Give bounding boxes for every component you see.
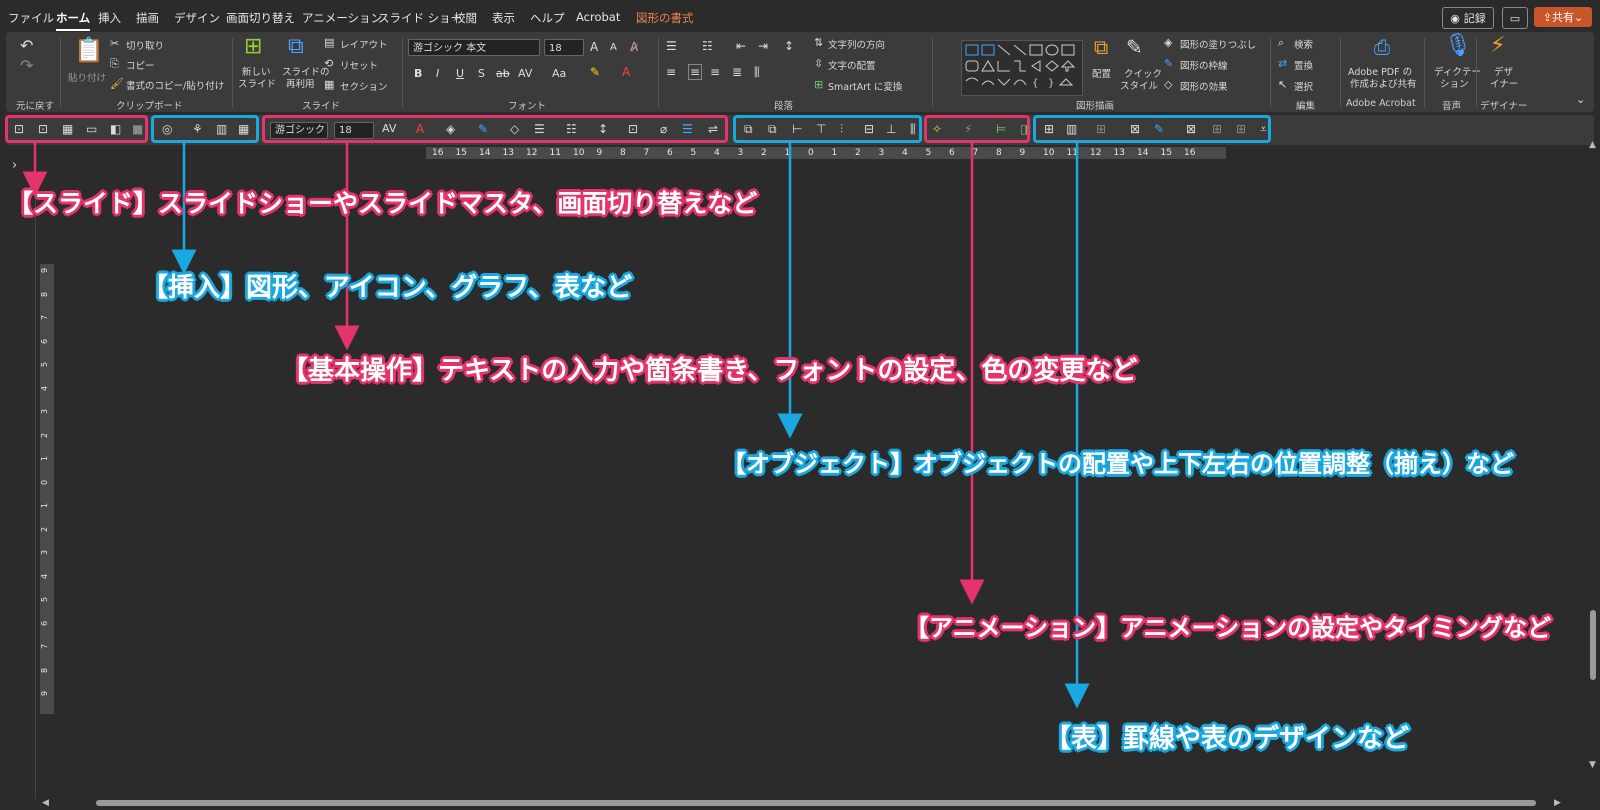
annotation-animation: 【アニメーション】アニメーションの設定やタイミングなど	[905, 614, 1552, 642]
vertical-scrollbar[interactable]: ▲ ▼	[1588, 140, 1598, 798]
annotation-insert: 【挿入】図形、アイコン、グラフ、表など	[142, 273, 633, 303]
horizontal-scroll-thumb[interactable]	[96, 800, 1536, 806]
scroll-left-icon[interactable]: ◀	[42, 798, 49, 808]
vertical-scroll-thumb[interactable]	[1590, 610, 1596, 680]
annotation-arrows	[22, 143, 1090, 709]
annotation-slide: 【スライド】スライドショーやスライドマスタ、画面切り替えなど	[8, 189, 758, 218]
scroll-up-icon[interactable]: ▲	[1589, 140, 1596, 150]
annotation-basic: 【基本操作】テキストの入力や箇条書き、フォントの設定、色の変更など	[282, 356, 1138, 386]
annotation-object: 【オブジェクト】オブジェクトの配置や上下左右の位置調整（揃え）など	[722, 450, 1514, 478]
scroll-down-icon[interactable]: ▼	[1589, 760, 1596, 770]
annotation-table: 【表】罫線や表のデザインなど	[1045, 724, 1410, 754]
scroll-right-icon[interactable]: ▶	[1554, 798, 1561, 808]
horizontal-scrollbar[interactable]: ◀ ▶	[36, 798, 1566, 808]
